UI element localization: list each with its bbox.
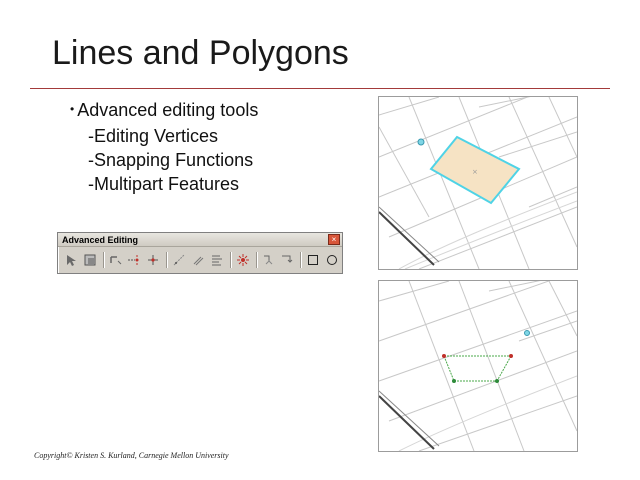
sub-item-editing-vertices: -Editing Vertices (88, 126, 219, 146)
snap-point-icon (524, 330, 530, 336)
svg-text:×: × (472, 168, 478, 176)
clip-icon (84, 254, 96, 265)
toolbar-separator (166, 251, 168, 268)
align-icon (211, 255, 222, 265)
bullet-text: Advanced editing tools (77, 100, 259, 120)
map-view-multipart-features[interactable] (378, 270, 578, 452)
trim-button[interactable] (126, 251, 144, 269)
map-view-editing-vertices[interactable]: × (378, 76, 578, 270)
copy-parallel-button[interactable] (189, 251, 207, 269)
copyright-footer: Copyright© Kristen S. Kurland, Carnegie … (34, 451, 229, 460)
toolbar-separator (229, 251, 231, 268)
vertex-point-icon (509, 354, 513, 358)
parcel-map-bottom (378, 270, 578, 452)
extend-button[interactable] (107, 251, 125, 269)
sub-item-multipart-features: -Multipart Features (88, 174, 240, 194)
slide-title: Lines and Polygons (52, 34, 349, 72)
toolbar-separator (300, 251, 302, 268)
close-button[interactable]: × (328, 234, 340, 245)
construct-points-button[interactable] (260, 251, 278, 269)
explode-multipart-icon (236, 253, 249, 266)
copy-parallel-icon (193, 256, 204, 265)
title-divider (30, 88, 610, 89)
select-pointer-icon (66, 254, 76, 266)
align-button[interactable] (208, 251, 226, 269)
advanced-editing-toolbar: Advanced Editing × (57, 232, 343, 274)
rectangle-icon (308, 254, 319, 265)
clip-button[interactable] (81, 251, 99, 269)
snap-point-icon (417, 138, 425, 146)
extend-icon (109, 255, 121, 264)
explode-multipart-button[interactable] (234, 251, 252, 269)
generalize-button[interactable] (278, 251, 296, 269)
toolbar-title: Advanced Editing (62, 234, 139, 245)
vertex-point-icon (452, 379, 456, 383)
line-intersection-button[interactable] (144, 251, 162, 269)
rectangle-button[interactable] (304, 251, 322, 269)
vertex-point-icon (442, 354, 446, 358)
vertex-point-icon (495, 379, 499, 383)
generalize-icon (282, 255, 293, 263)
toolbar-separator (102, 251, 104, 268)
toolbar-titlebar[interactable]: Advanced Editing × (58, 233, 342, 247)
sub-list: -Editing Vertices -Snapping Functions -M… (88, 124, 258, 196)
circle-button[interactable] (323, 251, 341, 269)
trim-icon (128, 254, 139, 265)
inline-fillet-button[interactable] (170, 251, 188, 269)
inline-fillet-icon (173, 254, 185, 265)
line-intersection-icon (148, 254, 159, 265)
bullet-dot-icon: • (70, 102, 75, 116)
toolbar-separator (255, 251, 257, 268)
bullet-advanced-editing: • Advanced editing tools (70, 98, 258, 124)
circle-icon (326, 254, 337, 265)
select-pointer-button[interactable] (62, 251, 80, 269)
toolbar-buttons (58, 247, 342, 272)
construct-points-icon (264, 255, 273, 264)
bullet-list: • Advanced editing tools -Editing Vertic… (70, 98, 258, 196)
parcel-map-top: × (378, 76, 578, 270)
sub-item-snapping-functions: -Snapping Functions (88, 150, 254, 170)
